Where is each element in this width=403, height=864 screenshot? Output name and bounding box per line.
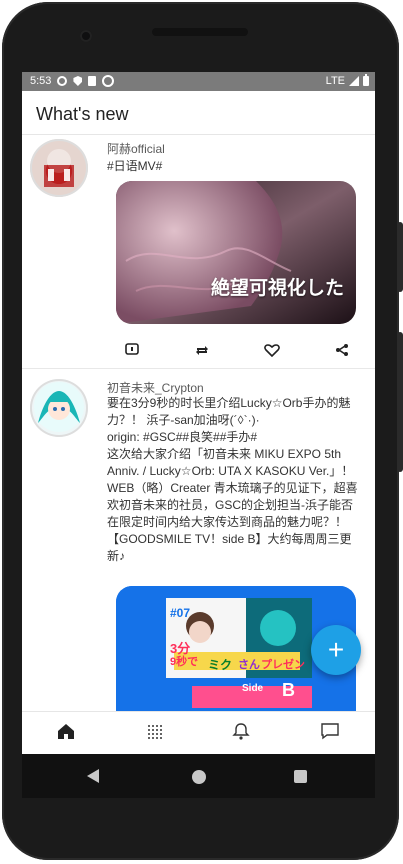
circle-icon xyxy=(102,75,115,87)
status-time: 5:53 xyxy=(30,75,52,87)
share-icon[interactable] xyxy=(332,340,352,360)
home-icon[interactable] xyxy=(56,721,76,746)
volume-button xyxy=(397,222,403,292)
screen: 5:53 LTE What's new 阿赫official #日语MV# 絶望… xyxy=(22,72,375,754)
compose-button[interactable]: + xyxy=(311,625,361,675)
thumb-text-9sec: 9秒で xyxy=(170,656,199,668)
recent-apps-icon[interactable] xyxy=(294,770,307,783)
avatar-image xyxy=(34,382,84,432)
episode-badge: #07 xyxy=(170,606,191,620)
battery-icon xyxy=(363,74,369,86)
thumb-text-san: さん xyxy=(238,659,260,671)
post-author[interactable]: 初音未来_Crypton xyxy=(107,379,204,396)
thumb-text-b: B xyxy=(282,680,295,700)
post-card[interactable]: 阿赫official #日语MV# 絶望可視化した xyxy=(22,134,375,369)
page-title: What's new xyxy=(36,104,129,124)
back-icon[interactable] xyxy=(87,769,99,783)
chat-icon[interactable] xyxy=(319,721,341,746)
earpiece-speaker xyxy=(152,28,248,36)
shield-icon xyxy=(73,76,83,86)
sim-card-icon xyxy=(88,76,97,86)
front-camera xyxy=(80,30,92,42)
comment-icon[interactable] xyxy=(122,340,142,360)
like-icon[interactable] xyxy=(262,340,282,360)
thumb-text-side: Side xyxy=(242,683,264,694)
post-text: #日语MV# xyxy=(107,159,163,173)
network-type: LTE xyxy=(325,75,345,87)
bell-icon[interactable] xyxy=(231,721,251,746)
signal-icon xyxy=(349,76,359,86)
post-text: 要在3分9秒的时长里介绍Lucky☆Orb手办的魅力？！ 浜子-san加油呀(´… xyxy=(107,396,358,563)
status-bar: 5:53 LTE xyxy=(22,72,375,91)
mv-title-overlay: 絶望可視化した xyxy=(210,278,344,299)
power-button xyxy=(397,332,403,472)
avatar[interactable] xyxy=(30,139,88,197)
avatar[interactable] xyxy=(30,379,88,437)
mv-thumbnail xyxy=(116,181,356,324)
gear-icon xyxy=(57,76,68,86)
app-bar: What's new xyxy=(22,91,375,135)
thumb-text-miku: ミク xyxy=(208,658,233,672)
post-actions xyxy=(122,340,352,360)
home-circle-icon[interactable] xyxy=(192,770,206,784)
post-image[interactable]: 絶望可視化した xyxy=(116,181,356,324)
feed[interactable]: 阿赫official #日语MV# 絶望可視化した 初音未来_Crypton 要… xyxy=(22,134,375,712)
system-navigation-bar xyxy=(22,754,375,798)
avatar-image xyxy=(44,149,74,187)
grid-icon[interactable] xyxy=(144,721,164,746)
repost-icon[interactable] xyxy=(192,340,212,360)
post-author[interactable]: 阿赫official xyxy=(107,140,165,157)
thumb-text-present: プレゼン xyxy=(261,659,305,671)
bottom-navigation xyxy=(22,711,375,754)
